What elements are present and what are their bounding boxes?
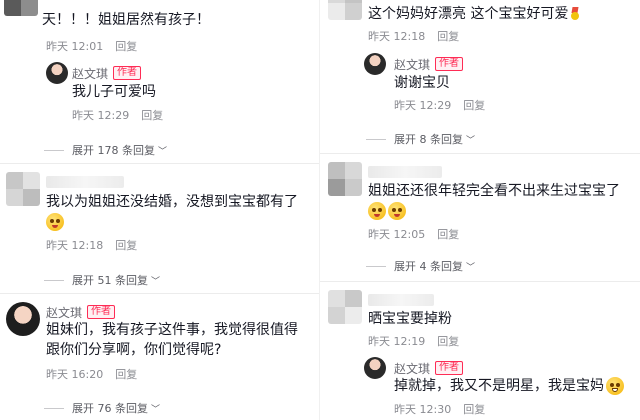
grinning-emoji-icon	[606, 377, 624, 395]
divider-dash	[44, 407, 64, 409]
section-divider	[320, 153, 640, 154]
reply-text: 掉就掉，我又不是明星，我是宝妈	[394, 376, 626, 396]
comment-text: 晒宝宝要掉粉	[368, 311, 452, 327]
author-line: 赵文琪 作者	[394, 56, 464, 73]
author-name[interactable]: 赵文琪	[46, 304, 82, 321]
reply-button[interactable]: 回复	[463, 401, 485, 417]
comment-text: 姐姐还还很年轻完全看不出来生过宝宝了	[368, 183, 620, 199]
chevron-down-icon: ﹀	[151, 404, 161, 415]
comment-panel-right: 这个妈妈好漂亮 这个宝宝好可爱 昨天 12:18 回复 赵文琪 作者 谢谢宝贝 …	[320, 0, 640, 420]
reply-button[interactable]: 回复	[437, 333, 459, 349]
expand-replies-label: 展开 76 条回复	[72, 402, 148, 415]
author-badge: 作者	[87, 305, 116, 319]
comment-time: 昨天 12:05	[368, 228, 426, 241]
section-divider	[320, 281, 640, 282]
author-badge: 作者	[435, 361, 464, 375]
chevron-down-icon: ﹀	[158, 146, 168, 157]
expand-replies-button[interactable]: 展开 4 条回复 ﹀	[366, 259, 475, 273]
author-avatar[interactable]	[364, 53, 386, 75]
reply-button[interactable]: 回复	[463, 97, 485, 113]
author-name[interactable]: 赵文琪	[394, 56, 430, 73]
expand-replies-button[interactable]: 展开 8 条回复 ﹀	[366, 132, 475, 146]
comment-meta: 昨天 12:29 回复	[394, 98, 485, 112]
comment-panel-left: 天！！！姐姐居然有孩子！ 昨天 12:01 回复 赵文琪 作者 我儿子可爱吗 昨…	[0, 0, 320, 420]
section-divider	[0, 293, 320, 294]
pleading-face-emoji-icon	[46, 213, 64, 231]
author-line: 赵文琪 作者	[46, 304, 116, 321]
comment-meta: 昨天 12:29 回复	[72, 108, 163, 122]
emoji-row	[46, 213, 66, 231]
reply-text: 我儿子可爱吗	[72, 84, 156, 100]
commenter-avatar[interactable]	[6, 172, 40, 206]
comment-text: 这个妈妈好漂亮 这个宝宝好可爱	[368, 4, 580, 24]
author-avatar[interactable]	[6, 302, 40, 336]
expand-replies-label: 展开 51 条回复	[72, 274, 148, 287]
author-avatar[interactable]	[46, 62, 68, 84]
expand-replies-label: 展开 8 条回复	[394, 133, 463, 146]
author-avatar[interactable]	[364, 357, 386, 379]
comment-time: 昨天 12:19	[368, 335, 426, 348]
comment-time: 昨天 12:30	[394, 403, 452, 416]
comment-meta: 昨天 12:19 回复	[368, 334, 459, 348]
reply-button[interactable]: 回复	[141, 107, 163, 123]
divider-dash	[44, 149, 64, 151]
author-name[interactable]: 赵文琪	[72, 65, 108, 82]
author-line: 赵文琪 作者	[72, 65, 142, 82]
chevron-down-icon: ﹀	[466, 135, 476, 146]
blurred-username	[368, 166, 442, 178]
author-badge: 作者	[113, 66, 142, 80]
commenter-avatar[interactable]	[4, 0, 38, 16]
pleading-face-emoji-icon	[388, 202, 406, 220]
medal-icon	[570, 7, 580, 21]
comment-text-content: 这个妈妈好漂亮 这个宝宝好可爱	[368, 6, 569, 22]
author-line: 赵文琪 作者	[394, 360, 464, 377]
divider-dash	[44, 279, 64, 281]
chevron-down-icon: ﹀	[466, 262, 476, 273]
commenter-avatar[interactable]	[328, 290, 362, 324]
comment-time: 昨天 12:29	[394, 99, 452, 112]
comment-time: 昨天 12:18	[46, 239, 104, 252]
comment-meta: 昨天 12:01 回复	[46, 39, 137, 53]
author-badge: 作者	[435, 57, 464, 71]
comment-text: 姐妹们，我有孩子这件事，我觉得很值得跟你们分享啊，你们觉得呢?	[46, 322, 298, 358]
blurred-username	[368, 294, 434, 306]
pleading-face-emoji-icon	[368, 202, 386, 220]
comment-time: 昨天 16:20	[46, 368, 104, 381]
comment-time: 昨天 12:01	[46, 40, 104, 53]
comment-meta: 昨天 16:20 回复	[46, 367, 137, 381]
divider-dash	[366, 265, 386, 267]
commenter-avatar[interactable]	[328, 162, 362, 196]
expand-replies-label: 展开 4 条回复	[394, 260, 463, 273]
expand-replies-button[interactable]: 展开 76 条回复 ﹀	[44, 401, 160, 415]
expand-replies-button[interactable]: 展开 178 条回复 ﹀	[44, 143, 167, 157]
reply-button[interactable]: 回复	[437, 28, 459, 44]
chevron-down-icon: ﹀	[151, 276, 161, 287]
reply-button[interactable]: 回复	[437, 226, 459, 242]
comment-time: 昨天 12:29	[72, 109, 130, 122]
comment-meta: 昨天 12:18 回复	[46, 238, 137, 252]
reply-button[interactable]: 回复	[115, 366, 137, 382]
divider-dash	[366, 138, 386, 140]
reply-text: 谢谢宝贝	[394, 75, 450, 91]
commenter-avatar[interactable]	[328, 0, 362, 20]
comment-text: 我以为姐姐还没结婚，没想到宝宝都有了	[46, 194, 298, 210]
emoji-row	[368, 202, 408, 220]
comment-meta: 昨天 12:05 回复	[368, 227, 459, 241]
comment-meta: 昨天 12:18 回复	[368, 29, 459, 43]
reply-button[interactable]: 回复	[115, 237, 137, 253]
comment-meta: 昨天 12:30 回复	[394, 402, 485, 416]
reply-text-content: 掉就掉，我又不是明星，我是宝妈	[394, 378, 604, 394]
expand-replies-button[interactable]: 展开 51 条回复 ﹀	[44, 273, 160, 287]
comment-time: 昨天 12:18	[368, 30, 426, 43]
expand-replies-label: 展开 178 条回复	[72, 144, 155, 157]
reply-button[interactable]: 回复	[115, 38, 137, 54]
section-divider	[0, 163, 320, 164]
blurred-username	[46, 176, 124, 188]
author-name[interactable]: 赵文琪	[394, 360, 430, 377]
comment-text: 天！！！姐姐居然有孩子！	[42, 12, 210, 28]
